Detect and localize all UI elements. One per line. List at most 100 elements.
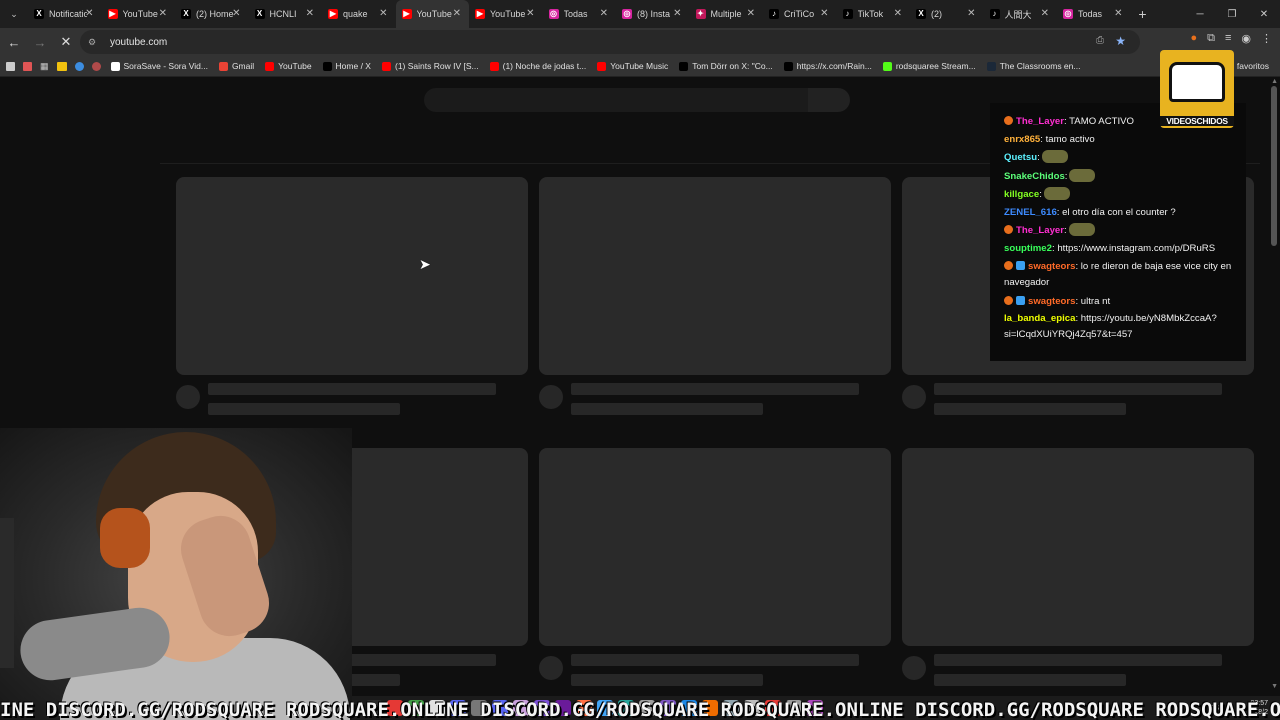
site-info-icon[interactable]: ⚙: [88, 37, 102, 48]
close-tab-icon[interactable]: ✕: [1041, 8, 1049, 19]
tab-0[interactable]: X Notifications✕: [28, 0, 102, 28]
bookmark-item[interactable]: (1) Noche de jodas t...: [489, 61, 586, 71]
kick-icon: [882, 61, 892, 71]
x-icon: X: [916, 9, 926, 19]
title-skeleton: [208, 383, 496, 395]
scrollbar-thumb[interactable]: [1271, 86, 1277, 246]
close-tab-icon[interactable]: ✕: [894, 8, 902, 19]
bookmark-item[interactable]: Tom Dörr on X: "Co...: [679, 61, 773, 71]
tab-11[interactable]: ♪ TikTok ✕: [837, 0, 911, 28]
media-controls-icon[interactable]: ≡: [1225, 32, 1231, 45]
multiplayer-icon: ✦: [695, 9, 706, 19]
tab-title: CriTiCo: [784, 9, 815, 19]
tab-search-icon[interactable]: ⌄: [0, 0, 28, 28]
tab-title: quake: [343, 9, 368, 19]
search-button-skeleton[interactable]: [808, 88, 850, 112]
bookmark-app-icon[interactable]: [74, 61, 84, 71]
discord-marquee: INE DISCORD.GG/RODSQUARE RODSQUARE.ONLIN…: [0, 700, 1280, 720]
truck-icon: [1169, 62, 1225, 102]
bookmark-item[interactable]: rodsquaree Stream...: [882, 61, 976, 71]
close-tab-icon[interactable]: ✕: [379, 8, 387, 19]
bookmark-item[interactable]: Gmail: [218, 61, 255, 71]
tab-8[interactable]: ◎ (8) Insta ✕: [616, 0, 690, 28]
close-tab-icon[interactable]: ✕: [673, 8, 681, 19]
tab-13[interactable]: ♪ 人間大 ✕: [984, 0, 1058, 28]
restore-icon[interactable]: ❐: [1216, 0, 1248, 28]
video-card-skeleton[interactable]: [539, 177, 891, 415]
minimize-icon[interactable]: ─: [1184, 0, 1216, 28]
search-input-skeleton[interactable]: [424, 88, 808, 112]
close-tab-icon[interactable]: ✕: [85, 8, 93, 19]
close-window-icon[interactable]: ✕: [1248, 0, 1280, 28]
scroll-up-icon[interactable]: ▲: [1271, 78, 1278, 85]
bookmark-app-icon[interactable]: [23, 61, 32, 71]
x-icon: X: [254, 9, 265, 19]
close-tab-icon[interactable]: ✕: [306, 8, 314, 19]
tab-3[interactable]: X HCNLI ✕: [249, 0, 323, 28]
bookmark-app-icon[interactable]: [56, 61, 67, 71]
chat-text: :: [1064, 170, 1068, 182]
youtube-icon: [381, 61, 391, 71]
gmail-icon: [218, 61, 228, 71]
close-tab-icon[interactable]: ✕: [747, 8, 755, 19]
bookmark-item[interactable]: Home / X: [322, 61, 371, 71]
bookmark-app-icon[interactable]: [91, 61, 101, 71]
chat-text: :: [1037, 152, 1040, 164]
webcam-overlay: [0, 428, 352, 720]
turtle-emote-icon: [1043, 186, 1070, 200]
close-tab-icon[interactable]: ✕: [820, 8, 828, 19]
close-tab-icon[interactable]: ✕: [453, 8, 461, 19]
chat-badge-icon: [1004, 295, 1013, 305]
bookmark-item[interactable]: SoraSave - Sora Vid...: [110, 61, 208, 71]
title-skeleton: [934, 383, 1222, 395]
address-bar[interactable]: ⚙ youtube.com ⎙ ★: [80, 30, 1140, 54]
bookmark-label: The Classrooms en...: [999, 61, 1081, 71]
video-card-skeleton[interactable]: [176, 177, 528, 415]
tab-14[interactable]: ◎ Todas ✕: [1057, 0, 1131, 28]
tab-title: (2) Home: [196, 9, 234, 19]
video-card-skeleton[interactable]: [539, 448, 891, 686]
tab-10[interactable]: ♪ CriTiCo ✕: [763, 0, 837, 28]
tab-4[interactable]: ▶ quake ✕: [322, 0, 396, 28]
tab-1[interactable]: ▶ YouTube ✕: [102, 0, 176, 28]
bookmark-app-icon[interactable]: [6, 61, 15, 71]
close-tab-icon[interactable]: ✕: [600, 8, 608, 19]
extensions-puzzle-icon[interactable]: ⧉: [1207, 32, 1215, 45]
close-tab-icon[interactable]: ✕: [159, 8, 167, 19]
thumbnail-skeleton: [539, 448, 891, 646]
avatar-skeleton: [902, 656, 926, 680]
bookmark-item[interactable]: The Classrooms en...: [986, 61, 1081, 71]
all-bookmarks[interactable]: favoritos: [1237, 61, 1269, 71]
bookmark-item[interactable]: https://x.com/Rain...: [783, 61, 872, 71]
tab-9[interactable]: ✦ Multiple ✕: [690, 0, 764, 28]
close-tab-icon[interactable]: ✕: [1114, 8, 1122, 19]
bookmark-item[interactable]: YouTube Music: [597, 61, 668, 71]
menu-icon[interactable]: ⋮: [1261, 32, 1272, 45]
extension-icon[interactable]: ●: [1190, 32, 1197, 45]
close-tab-icon[interactable]: ✕: [232, 8, 240, 19]
apps-grid-icon[interactable]: ▦: [40, 61, 49, 72]
forward-button[interactable]: →: [28, 30, 52, 54]
close-tab-icon[interactable]: ✕: [967, 8, 975, 19]
bookmark-item[interactable]: YouTube: [265, 61, 312, 71]
tab-12[interactable]: X (2) ✕: [910, 0, 984, 28]
channel-logo: VIDEOSCHIDOS: [1160, 50, 1234, 128]
video-card-skeleton[interactable]: [902, 448, 1254, 686]
chat-badge-icon: [1016, 295, 1025, 305]
new-tab-button[interactable]: +: [1131, 6, 1155, 22]
tab-2[interactable]: X (2) Home ✕: [175, 0, 249, 28]
tab-7[interactable]: ◎ Todas ✕: [543, 0, 617, 28]
close-tab-icon[interactable]: ✕: [526, 8, 534, 19]
stop-loading-button[interactable]: ✕: [54, 30, 78, 54]
profile-avatar[interactable]: ◉: [1241, 32, 1251, 45]
bookmark-item[interactable]: (1) Saints Row IV [S...: [381, 61, 479, 71]
scroll-down-icon[interactable]: ▼: [1271, 683, 1278, 690]
chat-badge-icon: [1016, 260, 1025, 270]
install-app-icon[interactable]: ⎙: [1096, 35, 1104, 46]
back-button[interactable]: ←: [2, 30, 26, 54]
subtitle-skeleton: [934, 403, 1126, 415]
bookmark-label: Gmail: [231, 61, 255, 71]
tab-6[interactable]: ▶ YouTube ✕: [469, 0, 543, 28]
bookmark-star-icon[interactable]: ★: [1115, 34, 1126, 48]
tab-5[interactable]: ▶ YouTube ✕: [395, 0, 469, 28]
